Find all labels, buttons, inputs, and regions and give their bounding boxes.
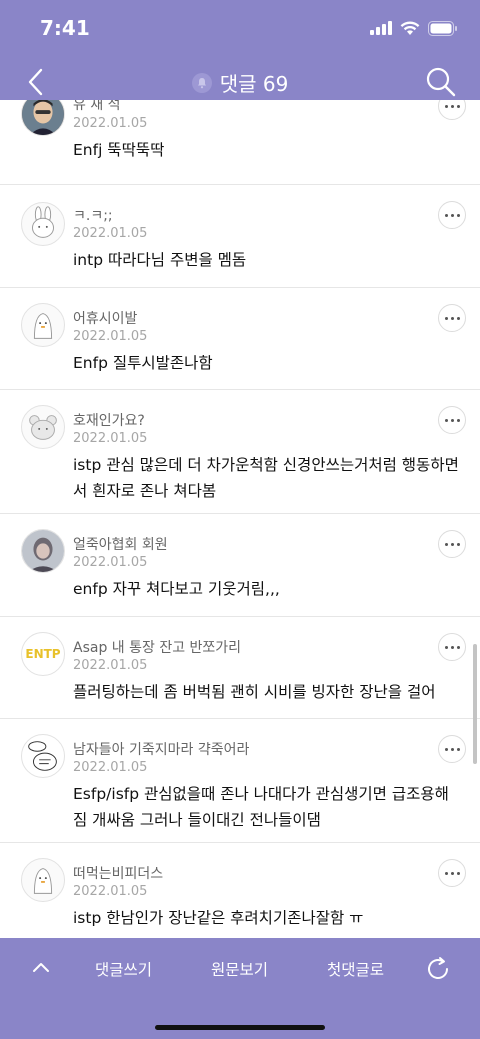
write-comment-button[interactable]: 댓글쓰기	[95, 958, 152, 980]
comment-date: 2022.01.05	[73, 555, 148, 570]
first-comment-button[interactable]: 첫댓글로	[327, 958, 384, 980]
status-bar: 7:41	[0, 0, 480, 56]
status-time: 7:41	[40, 16, 90, 40]
battery-icon	[428, 20, 457, 36]
comment-date: 2022.01.05	[73, 329, 148, 344]
comment-text: Enfj 뚝딱뚝딱	[73, 141, 165, 159]
comment-author: 떠먹는비피더스	[73, 866, 164, 882]
avatar-label: ENTP	[25, 647, 61, 661]
search-button[interactable]	[424, 65, 458, 99]
chevron-up-icon	[33, 963, 49, 972]
comment-item: 떠먹는비피더스 2022.01.05 istp 한남인가 장난같은 후려치기존나…	[0, 843, 480, 938]
search-icon	[426, 67, 456, 97]
scroll-top-button[interactable]	[32, 958, 50, 977]
avatar[interactable]	[21, 529, 65, 573]
comment-item: ENTP Asap 내 통장 잔고 반쪼가리 2022.01.05 플러팅하는데…	[0, 617, 480, 719]
comment-author: 어휴시이발	[73, 311, 138, 327]
comment-list[interactable]: 유 재 석 2022.01.05 Enfj 뚝딱뚝딱 ㅋ.ㅋ;; 2022.01…	[0, 100, 480, 938]
app-header: 7:41 댓글 69	[0, 0, 480, 108]
more-button[interactable]	[438, 859, 466, 887]
comment-date: 2022.01.05	[73, 431, 148, 446]
comment-author: ㅋ.ㅋ;;	[73, 208, 113, 224]
comment-text: Enfp 질투시발존나함	[73, 354, 213, 372]
comment-item: 호재인가요? 2022.01.05 istp 관심 많은데 더 차가운척함 신경…	[0, 390, 480, 514]
more-button[interactable]	[438, 735, 466, 763]
avatar[interactable]: ENTP	[21, 632, 65, 676]
comment-text: 플러팅하는데 좀 버벅됨 괜히 시비를 빙자한 장난을 걸어	[73, 683, 436, 701]
comment-date: 2022.01.05	[73, 226, 148, 241]
comment-text: intp 따라다님 주변을 멤돔	[73, 251, 247, 269]
comment-date: 2022.01.05	[73, 884, 148, 899]
more-button[interactable]	[438, 100, 466, 120]
comment-item: 어휴시이발 2022.01.05 Enfp 질투시발존나함	[0, 288, 480, 390]
avatar[interactable]	[21, 858, 65, 902]
comment-author: 호재인가요?	[73, 413, 145, 429]
more-button[interactable]	[438, 406, 466, 434]
avatar[interactable]	[21, 405, 65, 449]
avatar[interactable]	[21, 303, 65, 347]
refresh-icon	[428, 957, 448, 979]
more-button[interactable]	[438, 304, 466, 332]
comment-author: Asap 내 통장 잔고 반쪼가리	[73, 640, 242, 656]
avatar[interactable]	[21, 734, 65, 778]
more-button[interactable]	[438, 530, 466, 558]
refresh-button[interactable]	[425, 956, 451, 986]
home-indicator	[155, 1025, 325, 1030]
bottom-toolbar: 댓글쓰기 원문보기 첫댓글로	[0, 938, 480, 1039]
more-button[interactable]	[438, 201, 466, 229]
comment-text: Esfp/isfp 관심없을때 존나 나대다가 관심생기면 급조용해짐 개싸움 …	[73, 785, 449, 829]
comment-text: istp 관심 많은데 더 차가운척함 신경안쓰는거처럼 행동하면서 흰자로 존…	[73, 456, 459, 500]
view-original-button[interactable]: 원문보기	[211, 958, 268, 980]
avatar[interactable]	[21, 100, 65, 136]
comment-date: 2022.01.05	[73, 116, 148, 131]
comment-count-title: 댓글 69	[0, 68, 480, 97]
comment-date: 2022.01.05	[73, 658, 148, 673]
status-icons	[370, 20, 458, 36]
bell-icon[interactable]	[191, 72, 212, 93]
comment-author: 남자들아 기죽지마라 갹죽어라	[73, 742, 250, 758]
comment-item: 남자들아 기죽지마라 갹죽어라 2022.01.05 Esfp/isfp 관심없…	[0, 719, 480, 843]
wifi-icon	[400, 20, 420, 35]
comment-text: enfp 자꾸 쳐다보고 기웃거림,,,	[73, 580, 280, 598]
comment-item: ㅋ.ㅋ;; 2022.01.05 intp 따라다님 주변을 멤돔	[0, 185, 480, 288]
more-button[interactable]	[438, 633, 466, 661]
comment-author: 유 재 석	[73, 100, 121, 113]
signal-icon	[370, 21, 392, 35]
page-title: 댓글 69	[219, 72, 289, 96]
scrollbar-thumb[interactable]	[473, 644, 477, 764]
avatar[interactable]	[21, 202, 65, 246]
comment-author: 얼죽아협회 회원	[73, 537, 168, 553]
comment-item: 유 재 석 2022.01.05 Enfj 뚝딱뚝딱	[0, 100, 480, 185]
comment-date: 2022.01.05	[73, 760, 148, 775]
comment-text: istp 한남인가 장난같은 후려치기존나잘함 ㅠ	[73, 909, 364, 927]
comment-item: 얼죽아협회 회원 2022.01.05 enfp 자꾸 쳐다보고 기웃거림,,,	[0, 514, 480, 617]
